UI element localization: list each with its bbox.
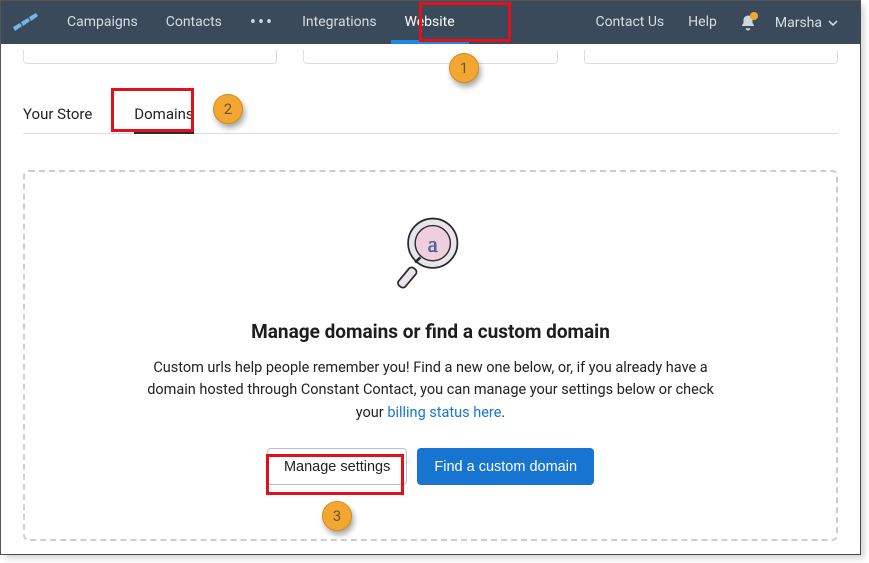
summary-cards-row: [1, 50, 860, 64]
nav-contact-us[interactable]: Contact Us: [583, 1, 676, 44]
nav-campaigns[interactable]: Campaigns: [53, 1, 152, 44]
notifications-button[interactable]: [729, 1, 767, 44]
logo-icon: [13, 13, 39, 33]
button-row: Manage settings Find a custom domain: [75, 448, 786, 485]
step-badge-3: 3: [322, 501, 352, 531]
nav-right: Contact Us Help Marsha: [583, 1, 848, 44]
manage-settings-button[interactable]: Manage settings: [267, 448, 407, 485]
chevron-down-icon: [828, 18, 838, 28]
nav-left: Campaigns Contacts ••• Integrations Webs…: [53, 1, 469, 44]
svg-text:a: a: [427, 232, 437, 257]
step-badge-1: 1: [449, 53, 479, 83]
panel-title: Manage domains or find a custom domain: [75, 320, 786, 343]
domains-panel: a Manage domains or find a custom domain…: [23, 170, 838, 541]
user-menu[interactable]: Marsha: [767, 15, 848, 31]
tabs: Your Store Domains: [23, 86, 838, 134]
summary-card: [303, 50, 557, 64]
nav-help[interactable]: Help: [676, 1, 729, 44]
summary-card: [23, 50, 277, 64]
panel-desc-post: .: [501, 404, 505, 421]
tab-your-store[interactable]: Your Store: [23, 105, 110, 133]
tab-domains[interactable]: Domains: [120, 105, 207, 133]
search-domain-illustration-icon: a: [387, 208, 475, 300]
nav-website[interactable]: Website: [391, 1, 469, 44]
nav-more-icon[interactable]: •••: [236, 12, 288, 33]
user-name: Marsha: [775, 15, 822, 31]
step-badge-2: 2: [213, 94, 243, 124]
brand-logo[interactable]: [13, 13, 39, 33]
notification-dot-icon: [750, 12, 758, 20]
billing-status-link[interactable]: billing status here: [387, 404, 501, 421]
nav-integrations[interactable]: Integrations: [288, 1, 390, 44]
panel-description: Custom urls help people remember you! Fi…: [136, 357, 726, 424]
summary-card: [584, 50, 838, 64]
top-nav: Campaigns Contacts ••• Integrations Webs…: [1, 1, 860, 44]
find-custom-domain-button[interactable]: Find a custom domain: [417, 448, 594, 485]
nav-contacts[interactable]: Contacts: [152, 1, 236, 44]
